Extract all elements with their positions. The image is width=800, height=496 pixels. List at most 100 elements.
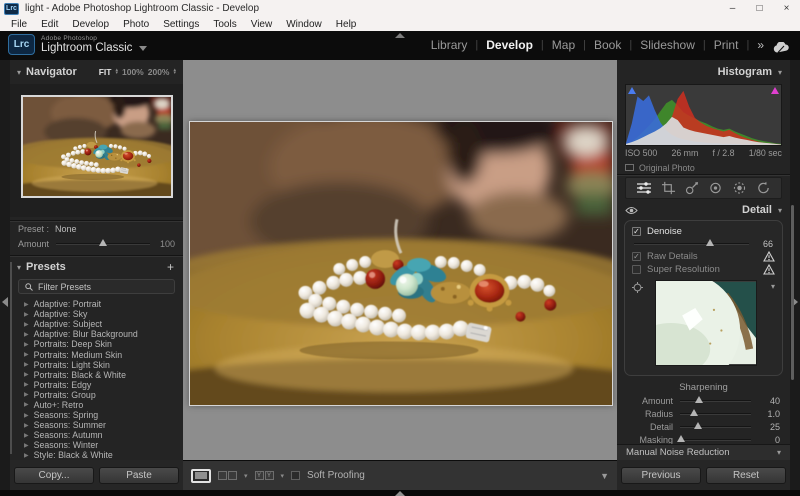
navigator-panel-header[interactable]: ▾ Navigator FIT ▴▾ 100% 200% ▴▾ [10, 62, 183, 82]
chevron-down-icon[interactable]: ▾ [244, 472, 248, 480]
slider-track[interactable] [680, 426, 751, 428]
minimize-button[interactable]: – [719, 0, 746, 17]
preset-seasons-summer[interactable]: ▶Seasons: Summer [10, 420, 183, 430]
slider-thumb[interactable] [694, 422, 702, 429]
disclosure-triangle-icon[interactable]: ▶ [24, 361, 29, 368]
shadow-clipping-indicator-icon[interactable] [628, 87, 636, 94]
chevron-down-icon[interactable]: ▾ [281, 472, 285, 480]
module-develop[interactable]: Develop [486, 38, 533, 52]
maximize-button[interactable]: □ [746, 0, 773, 17]
preset-portraits-medium-skin[interactable]: ▶Portraits: Medium Skin [10, 349, 183, 359]
denoise-checkbox[interactable]: ✓ [632, 227, 641, 236]
warning-icon[interactable] [763, 251, 775, 262]
warning-icon[interactable] [763, 264, 775, 275]
preset-adaptive-blur-background[interactable]: ▶Adaptive: Blur Background [10, 329, 183, 339]
sync-tool-icon[interactable] [756, 181, 771, 195]
disclosure-triangle-icon[interactable]: ▶ [24, 381, 29, 388]
disclosure-triangle-icon[interactable]: ▶ [24, 341, 29, 348]
filter-presets-input[interactable]: Filter Presets [18, 279, 175, 294]
preset-portraits-deep-skin[interactable]: ▶Portraits: Deep Skin [10, 339, 183, 349]
zoom-fit-option[interactable]: FIT [99, 67, 112, 77]
preset-auto-retro[interactable]: ▶Auto+: Retro [10, 400, 183, 410]
slider-track[interactable] [680, 400, 751, 402]
raw-details-row[interactable]: ✓ Raw Details [632, 250, 775, 263]
module-book[interactable]: Book [594, 38, 621, 52]
zoom-stepper-icon[interactable]: ▴▾ [173, 69, 176, 76]
previous-button[interactable]: Previous [621, 467, 701, 484]
disclosure-triangle-icon[interactable]: ▶ [24, 321, 29, 328]
navigator-preview[interactable] [21, 95, 173, 198]
right-panel-scrollbar[interactable] [791, 205, 794, 380]
denoise-row[interactable]: ✓ Denoise [632, 225, 775, 238]
add-preset-button[interactable]: + [167, 260, 183, 274]
toolbar-options-caret-icon[interactable]: ▼ [600, 471, 609, 481]
slider-thumb[interactable] [99, 239, 107, 246]
menu-view[interactable]: View [244, 19, 280, 30]
slider-thumb[interactable] [706, 239, 714, 246]
crop-tool-icon[interactable] [661, 181, 676, 195]
disclosure-triangle-icon[interactable]: ▶ [24, 401, 29, 408]
module-print[interactable]: Print [714, 38, 739, 52]
preview-target-icon[interactable] [632, 282, 643, 293]
eye-icon[interactable] [625, 206, 638, 215]
collapse-left-panel-arrow[interactable] [2, 297, 8, 307]
menu-help[interactable]: Help [329, 19, 364, 30]
menu-window[interactable]: Window [279, 19, 329, 30]
masking-tool-icon[interactable] [732, 181, 747, 195]
presets-panel-header[interactable]: ▾ Presets + [10, 258, 183, 276]
chevron-down-icon[interactable] [139, 46, 147, 51]
paste-button[interactable]: Paste [99, 467, 179, 484]
menu-develop[interactable]: Develop [65, 19, 116, 30]
disclosure-triangle-icon[interactable]: ▶ [24, 301, 29, 308]
cloud-sync-icon[interactable] [773, 40, 790, 58]
preset-portraits-light-skin[interactable]: ▶Portraits: Light Skin [10, 360, 183, 370]
slider-thumb[interactable] [695, 396, 703, 403]
slider-track[interactable] [680, 413, 751, 415]
preset-amount-slider[interactable] [56, 243, 150, 245]
manual-noise-reduction-header[interactable]: Manual Noise Reduction ▾ [617, 444, 790, 460]
preset-seasons-spring[interactable]: ▶Seasons: Spring [10, 410, 183, 420]
before-after-view-button[interactable]: YY [255, 471, 274, 480]
histogram-panel-header[interactable]: Histogram ▾ [617, 62, 790, 82]
disclosure-triangle-icon[interactable]: ▶ [24, 452, 29, 459]
menu-tools[interactable]: Tools [206, 19, 243, 30]
preset-portraits-black-white[interactable]: ▶Portraits: Black & White [10, 370, 183, 380]
loupe-view-button[interactable] [191, 469, 211, 483]
red-eye-tool-icon[interactable] [708, 181, 723, 195]
menu-edit[interactable]: Edit [34, 19, 65, 30]
filmstrip-expand-arrow-icon[interactable] [395, 491, 405, 496]
slider-thumb[interactable] [690, 409, 698, 416]
preset-seasons-autumn[interactable]: ▶Seasons: Autumn [10, 430, 183, 440]
left-panel-scrollbar[interactable] [10, 262, 12, 454]
reference-view-button[interactable] [218, 471, 237, 480]
reset-button[interactable]: Reset [706, 467, 786, 484]
detail-preview-image[interactable] [648, 280, 763, 370]
module-slideshow[interactable]: Slideshow [640, 38, 695, 52]
disclosure-triangle-icon[interactable]: ▶ [24, 442, 29, 449]
preset-portraits-group[interactable]: ▶Portraits: Group [10, 390, 183, 400]
preset-style-black-white[interactable]: ▶Style: Black & White [10, 450, 183, 460]
menu-photo[interactable]: Photo [116, 19, 156, 30]
module-overflow-chevron[interactable]: » [757, 38, 764, 52]
zoom-100-option[interactable]: 100% [122, 67, 144, 77]
disclosure-triangle-icon[interactable]: ▶ [24, 422, 29, 429]
preset-portraits-edgy[interactable]: ▶Portraits: Edgy [10, 380, 183, 390]
preview-collapse-caret-icon[interactable]: ▾ [763, 280, 775, 370]
super-resolution-row[interactable]: Super Resolution [632, 263, 775, 276]
original-photo-row[interactable]: Original Photo [625, 162, 695, 173]
preset-adaptive-subject[interactable]: ▶Adaptive: Subject [10, 319, 183, 329]
disclosure-triangle-icon[interactable]: ▶ [24, 412, 29, 419]
preset-adaptive-sky[interactable]: ▶Adaptive: Sky [10, 309, 183, 319]
disclosure-triangle-icon[interactable]: ▶ [24, 391, 29, 398]
healing-tool-icon[interactable] [685, 181, 700, 195]
denoise-slider[interactable] [634, 243, 749, 245]
disclosure-triangle-icon[interactable]: ▶ [24, 311, 29, 318]
preset-adaptive-portrait[interactable]: ▶Adaptive: Portrait [10, 299, 183, 309]
slider-thumb[interactable] [677, 435, 685, 442]
disclosure-triangle-icon[interactable]: ▶ [24, 351, 29, 358]
disclosure-triangle-icon[interactable]: ▶ [24, 371, 29, 378]
detail-panel-header[interactable]: Detail ▾ [617, 202, 790, 218]
highlight-clipping-indicator-icon[interactable] [771, 87, 779, 94]
module-map[interactable]: Map [552, 38, 575, 52]
preset-seasons-winter[interactable]: ▶Seasons: Winter [10, 440, 183, 450]
